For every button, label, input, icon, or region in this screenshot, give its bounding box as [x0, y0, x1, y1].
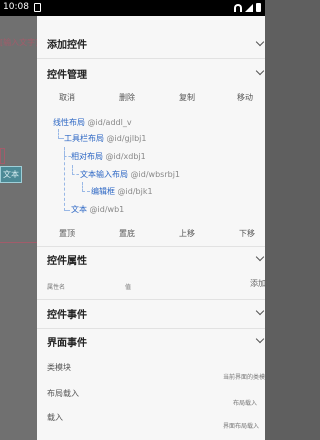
control-properties-chevron-icon[interactable]	[255, 252, 265, 262]
tree-node-id: @id/addl_v	[87, 118, 132, 127]
add-controls-header[interactable]: 添加控件	[47, 36, 87, 51]
event-item-layout-load[interactable]: 布局载入	[47, 388, 79, 399]
move-button[interactable]: 移动	[237, 92, 253, 103]
tree-node-name: 文本输入布局	[80, 170, 128, 179]
divider	[37, 246, 265, 247]
add-property-button[interactable]: 添加	[250, 278, 265, 289]
tree-node-id: @id/bjk1	[117, 187, 153, 196]
control-panel-drawer: 添加控件 控件管理 取消 删除 复制 移动 线性布局 @id/addl_v 工具…	[37, 16, 265, 440]
tree-node-relative-layout[interactable]: 相对布局 @id/xdbj1	[71, 151, 146, 162]
background-input-fragment	[0, 148, 5, 164]
control-management-header[interactable]: 控件管理	[47, 66, 87, 81]
move-top-button[interactable]: 置顶	[59, 228, 75, 239]
control-events-chevron-icon[interactable]	[255, 306, 265, 316]
notification-icon	[34, 3, 41, 12]
cancel-button[interactable]: 取消	[59, 92, 75, 103]
divider	[37, 328, 265, 329]
status-bar: 10:08	[0, 0, 265, 16]
tree-node-name: 编辑框	[91, 187, 115, 196]
event-item-layout-load-hint: 布局载入	[233, 400, 258, 407]
tree-node-toolbar-layout[interactable]: 工具栏布局 @id/gjlbj1	[64, 133, 146, 144]
move-down-button[interactable]: 下移	[239, 228, 255, 239]
property-value-column: 值	[125, 284, 132, 291]
event-item-load-hint: 界面布局载入	[223, 423, 260, 430]
battery-icon	[256, 3, 261, 12]
property-name-column: 属性名	[47, 284, 66, 291]
tree-node-text-input-layout[interactable]: 文本输入布局 @id/wbsrbj1	[80, 169, 180, 180]
tree-node-name: 工具栏布局	[64, 134, 104, 143]
move-bottom-button[interactable]: 置底	[119, 228, 135, 239]
divider	[37, 299, 265, 300]
status-icons	[234, 3, 261, 12]
tree-node-edit-box[interactable]: 编辑框 @id/bjk1	[91, 186, 153, 197]
event-item-class-module-hint: 当前界面的类模	[223, 374, 265, 381]
divider	[37, 58, 265, 59]
background-edit-fragment: 文本	[0, 166, 22, 183]
tree-node-id: @id/wb1	[89, 205, 125, 214]
control-management-chevron-icon[interactable]	[255, 66, 265, 76]
tree-node-id: @id/wbsrbj1	[130, 170, 181, 179]
control-properties-header[interactable]: 控件属性	[47, 252, 87, 267]
tree-connector	[64, 147, 71, 211]
background-text-fragment: [输入文字]	[0, 38, 39, 47]
tree-node-id: @id/gjlbj1	[106, 134, 147, 143]
tree-node-linear-layout[interactable]: 线性布局 @id/addl_v	[53, 117, 132, 128]
interface-events-header[interactable]: 界面事件	[47, 334, 87, 349]
tree-connector	[82, 182, 90, 192]
copy-button[interactable]: 复制	[179, 92, 195, 103]
event-item-load[interactable]: 载入	[47, 412, 63, 423]
add-controls-chevron-icon[interactable]	[255, 37, 265, 47]
tree-node-id: @id/xdbj1	[105, 152, 146, 161]
tree-node-text[interactable]: 文本 @id/wb1	[71, 204, 124, 215]
wifi-icon	[234, 3, 242, 12]
move-up-button[interactable]: 上移	[179, 228, 195, 239]
tree-connector	[64, 210, 70, 211]
tree-node-name: 相对布局	[71, 152, 103, 161]
tree-node-name: 线性布局	[53, 118, 85, 127]
status-time: 10:08	[3, 2, 29, 12]
tree-node-name: 文本	[71, 205, 87, 214]
delete-button[interactable]: 删除	[119, 92, 135, 103]
interface-events-chevron-icon[interactable]	[255, 334, 265, 344]
tree-connector	[72, 165, 79, 175]
control-events-header[interactable]: 控件事件	[47, 306, 87, 321]
event-item-class-module[interactable]: 类模块	[47, 362, 71, 373]
signal-icon	[245, 3, 253, 12]
